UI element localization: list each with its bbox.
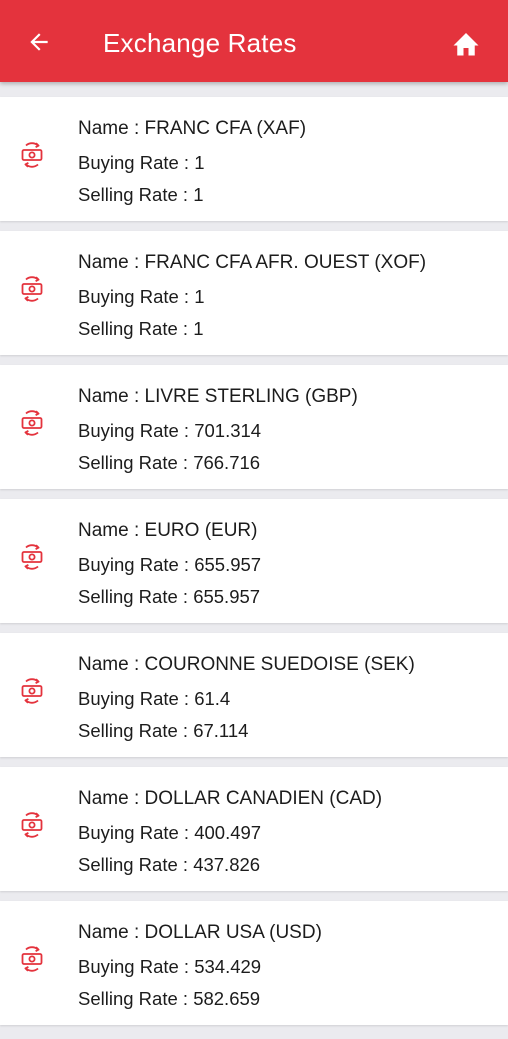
rate-name-value: FRANC CFA (XAF) [144,118,307,139]
buying-rate-label: Buying Rate : [78,822,195,843]
app-bar: Exchange Rates [0,0,508,82]
home-icon [453,33,479,56]
currency-exchange-icon [20,141,44,169]
rate-name-value: LIVRE STERLING (GBP) [144,386,358,407]
rate-card[interactable]: Name : DOLLAR CANADIEN (CAD) Buying Rate … [0,767,508,891]
selling-rate-line: Selling Rate : 437.826 [78,853,260,877]
buying-rate-label: Buying Rate : [78,152,195,173]
rate-name-line: Name : EURO (EUR) [78,519,257,543]
selling-rate-line: Selling Rate : 1 [78,183,203,207]
selling-rate-value: 582.659 [193,988,261,1009]
selling-rate-label: Selling Rate : [78,720,194,741]
rate-card[interactable]: Name : DOLLAR USA (USD) Buying Rate : 534… [0,901,508,1025]
buying-rate-label: Buying Rate : [78,286,195,307]
rate-name-line: Name : FRANC CFA AFR. OUEST (XOF) [78,251,426,275]
buying-rate-value: 1 [194,286,205,307]
exchange-rate-list: Name : FRANC CFA (XAF) Buying Rate : 1 Sel… [0,97,508,1035]
buying-rate-value: 61.4 [194,688,231,709]
selling-rate-label: Selling Rate : [78,318,194,339]
rate-card[interactable]: Name : EURO (EUR) Buying Rate : 655.957 Se… [0,499,508,623]
selling-rate-line: Selling Rate : 655.957 [78,585,260,609]
rate-name-label: Name : [78,922,145,943]
rate-name-label: Name : [78,118,145,139]
buying-rate-line: Buying Rate : 1 [78,151,205,175]
selling-rate-value: 655.957 [193,586,261,607]
rate-name-line: Name : LIVRE STERLING (GBP) [78,385,358,409]
rate-card[interactable]: Name : FRANC CFA (XAF) Buying Rate : 1 Sel… [0,97,508,221]
selling-rate-line: Selling Rate : 766.716 [78,451,260,475]
buying-rate-line: Buying Rate : 400.497 [78,821,261,845]
buying-rate-value: 1 [194,152,205,173]
home-button[interactable] [451,29,481,57]
selling-rate-label: Selling Rate : [78,988,194,1009]
currency-exchange-icon [20,543,44,571]
selling-rate-line: Selling Rate : 582.659 [78,987,260,1011]
buying-rate-value: 701.314 [194,420,262,441]
currency-exchange-icon [20,409,44,437]
selling-rate-value: 437.826 [193,854,261,875]
buying-rate-line: Buying Rate : 655.957 [78,553,261,577]
buying-rate-line: Buying Rate : 701.314 [78,419,261,443]
buying-rate-label: Buying Rate : [78,956,195,977]
selling-rate-line: Selling Rate : 67.114 [78,719,248,743]
currency-exchange-icon [20,677,44,705]
arrow-left-icon [30,33,48,51]
rate-card[interactable]: Name : LIVRE STERLING (GBP) Buying Rate :… [0,365,508,489]
currency-exchange-icon [20,275,44,303]
buying-rate-line: Buying Rate : 1 [78,285,205,309]
buying-rate-label: Buying Rate : [78,420,195,441]
buying-rate-line: Buying Rate : 61.4 [78,687,230,711]
page-title: Exchange Rates [103,28,297,58]
rate-name-value: FRANC CFA AFR. OUEST (XOF) [144,252,427,273]
buying-rate-value: 400.497 [194,822,262,843]
buying-rate-label: Buying Rate : [78,554,195,575]
rate-name-label: Name : [78,520,145,541]
selling-rate-label: Selling Rate : [78,184,194,205]
selling-rate-label: Selling Rate : [78,452,194,473]
buying-rate-value: 534.429 [194,956,262,977]
rate-name-value: DOLLAR USA (USD) [144,922,322,943]
selling-rate-label: Selling Rate : [78,586,194,607]
buying-rate-label: Buying Rate : [78,688,195,709]
selling-rate-line: Selling Rate : 1 [78,317,203,341]
currency-exchange-icon [20,945,44,973]
rate-name-line: Name : DOLLAR CANADIEN (CAD) [78,787,382,811]
rate-name-line: Name : DOLLAR USA (USD) [78,921,322,945]
selling-rate-value: 1 [193,318,204,339]
selling-rate-value: 67.114 [193,720,249,741]
rate-name-line: Name : COURONNE SUEDOISE (SEK) [78,653,415,677]
rate-name-value: DOLLAR CANADIEN (CAD) [144,788,383,809]
currency-exchange-icon [20,811,44,839]
rate-name-label: Name : [78,252,145,273]
rate-name-value: EURO (EUR) [144,520,258,541]
selling-rate-value: 766.716 [193,452,261,473]
rate-name-label: Name : [78,788,145,809]
buying-rate-line: Buying Rate : 534.429 [78,955,261,979]
rate-name-label: Name : [78,654,145,675]
buying-rate-value: 655.957 [194,554,262,575]
selling-rate-value: 1 [193,184,204,205]
rate-card[interactable]: Name : COURONNE SUEDOISE (SEK) Buying Rat… [0,633,508,757]
rate-name-line: Name : FRANC CFA (XAF) [78,117,306,141]
rate-card[interactable]: Name : FRANC CFA AFR. OUEST (XOF) Buying … [0,231,508,355]
rate-name-value: COURONNE SUEDOISE (SEK) [144,654,415,675]
selling-rate-label: Selling Rate : [78,854,194,875]
rate-name-label: Name : [78,386,145,407]
back-button[interactable] [26,29,52,55]
